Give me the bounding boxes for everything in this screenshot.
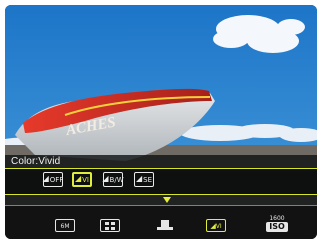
image-size-button[interactable]: 6M <box>55 219 75 232</box>
white-balance-button[interactable] <box>155 219 175 232</box>
quality-button[interactable] <box>100 219 120 232</box>
menu-title: Color:Vivid <box>11 156 61 167</box>
iso-value: 1600 <box>269 215 285 222</box>
color-off-option[interactable]: ◢ OFF <box>43 172 63 187</box>
color-vivid-option[interactable]: ◢ VI <box>72 172 92 187</box>
color-mode-label: VI <box>215 223 222 230</box>
color-mode-button[interactable]: ◢ VI <box>206 219 226 232</box>
color-off-icon: ◢ <box>42 174 49 183</box>
cloud-top-right <box>213 15 305 53</box>
color-sepia-option[interactable]: ◢ SE <box>134 172 154 187</box>
camera-screen: ACHES Color:Vivid ◢ OFF ◢ VI ◢ B/W ◢ SE … <box>5 5 317 239</box>
color-vivid-icon: ◢ <box>74 174 82 183</box>
quality-icon <box>105 222 115 230</box>
color-bw-option[interactable]: ◢ B/W <box>102 172 124 187</box>
white-balance-icon <box>157 220 173 230</box>
color-sepia-icon: ◢ <box>135 174 143 183</box>
color-bw-icon: ◢ <box>102 174 109 183</box>
image-size-label: 6M <box>60 223 70 230</box>
chevron-down-icon <box>163 197 171 203</box>
iso-button[interactable]: 1600 ISO <box>266 215 288 232</box>
iso-label: ISO <box>266 222 288 232</box>
